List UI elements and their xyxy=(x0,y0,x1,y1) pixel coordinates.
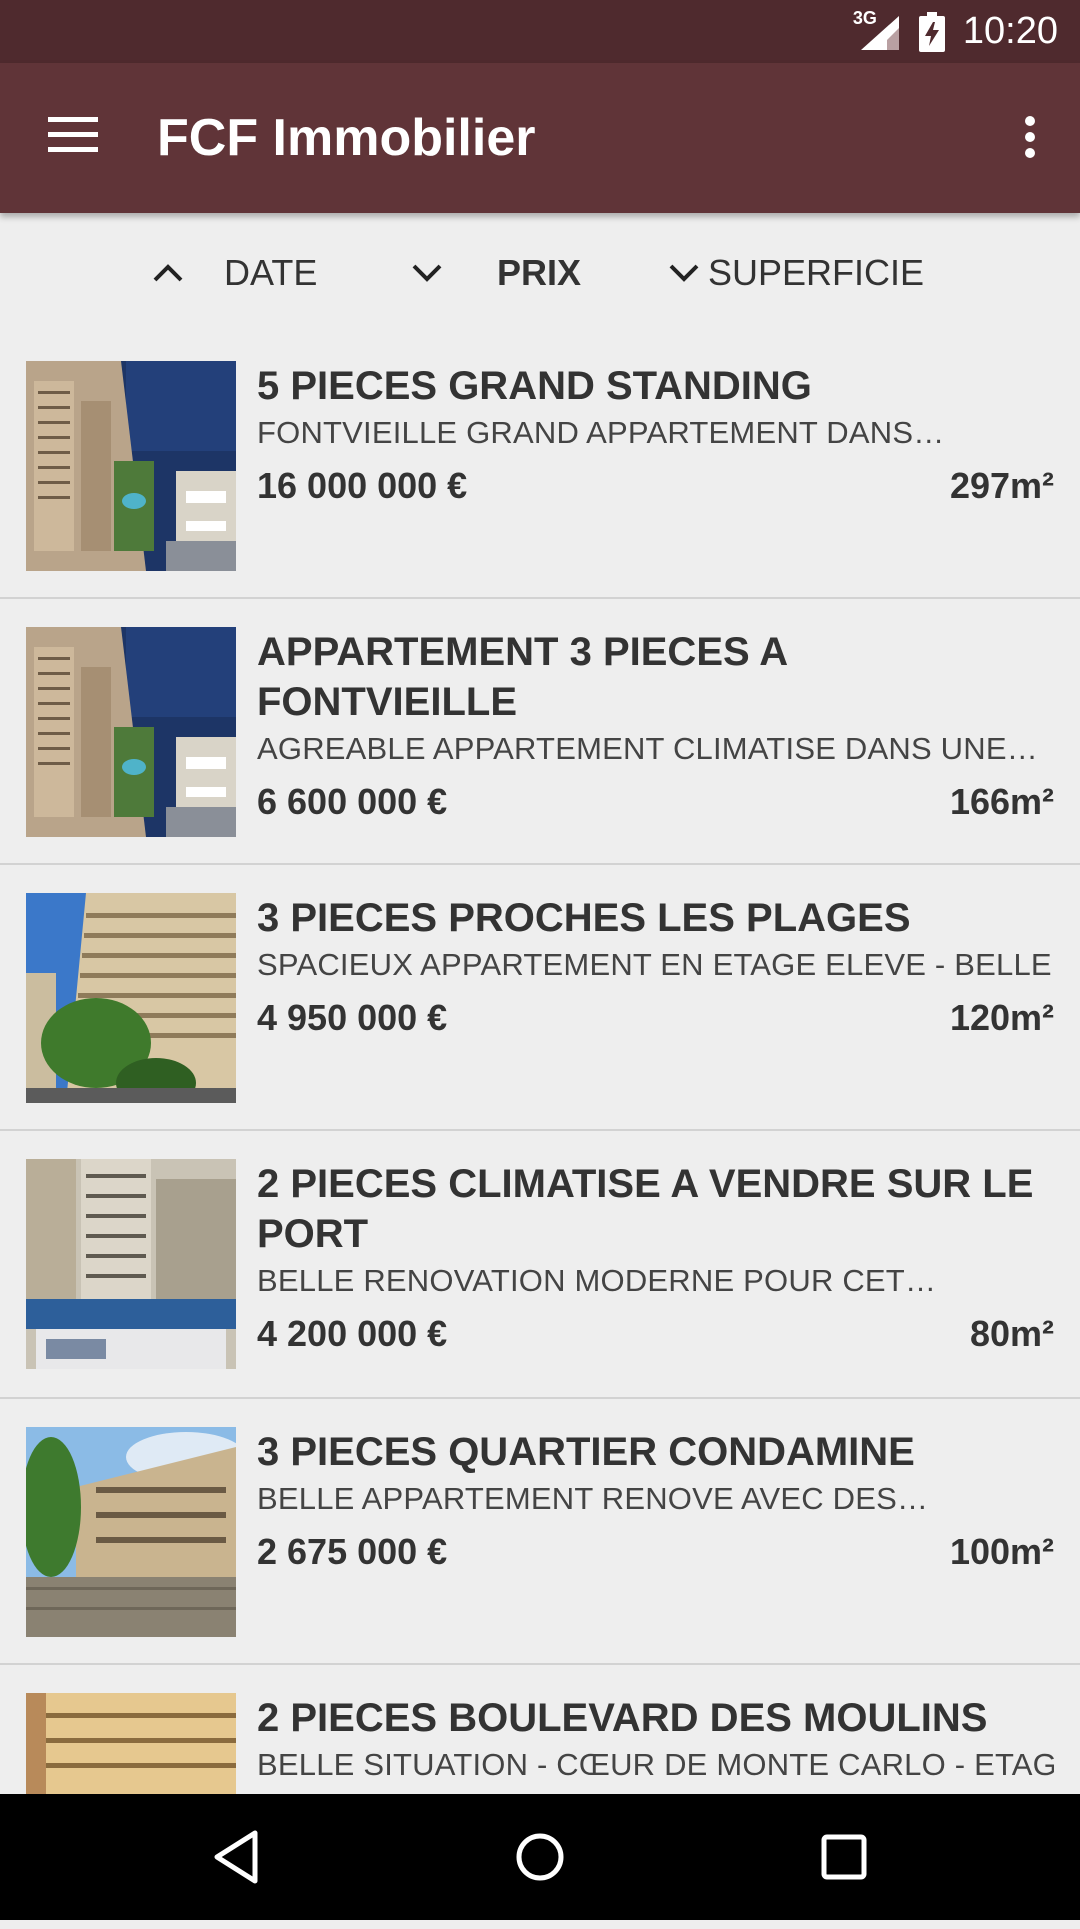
listing-title: 2 PIECES CLIMATISE A VENDRE SUR LE PORT xyxy=(257,1162,1034,1256)
listing-description: BELLE RENOVATION MODERNE POUR CET… xyxy=(257,1263,937,1298)
listing-price: 4 950 000 € xyxy=(257,997,448,1038)
listing-price: 4 200 000 € xyxy=(257,1313,448,1354)
listing-title: 3 PIECES QUARTIER CONDAMINE xyxy=(257,1430,915,1474)
menu-button[interactable] xyxy=(26,97,120,173)
chevron-down-icon xyxy=(412,264,442,282)
chevron-up-icon xyxy=(153,264,183,282)
listing-item[interactable]: 3 PIECES PROCHES LES PLAGES SPACIEUX APP… xyxy=(0,865,1080,1131)
status-bar: 3G 10:20 xyxy=(0,0,1080,63)
home-icon xyxy=(516,1833,564,1881)
listing-description: BELLE SITUATION - CŒUR DE MONTE CARLO - … xyxy=(257,1747,1054,1782)
chevron-down-icon xyxy=(669,264,699,282)
sort-by-price[interactable]: PRIX xyxy=(411,213,581,333)
app-bar: FCF Immobilier xyxy=(0,63,1080,213)
listing-price: 2 675 000 € xyxy=(257,1531,448,1572)
recents-icon xyxy=(821,1834,867,1880)
listing-item[interactable]: 2 PIECES CLIMATISE A VENDRE SUR LE PORT … xyxy=(0,1131,1080,1399)
system-nav-bar xyxy=(0,1794,1080,1920)
battery-charging-icon xyxy=(918,11,945,52)
listing-item[interactable]: APPARTEMENT 3 PIECES A FONTVIEILLE AGREA… xyxy=(0,599,1080,865)
listing-description: BELLE APPARTEMENT RENOVE AVEC DES… xyxy=(257,1481,929,1516)
listing-description: AGREABLE APPARTEMENT CLIMATISE DANS UNE… xyxy=(257,731,1038,766)
listing-title: APPARTEMENT 3 PIECES A FONTVIEILLE xyxy=(257,630,787,724)
back-icon xyxy=(214,1830,258,1884)
listing-price: 16 000 000 € xyxy=(257,465,468,506)
listing-title: 5 PIECES GRAND STANDING xyxy=(257,364,812,408)
listing-item[interactable]: 3 PIECES QUARTIER CONDAMINE BELLE APPART… xyxy=(0,1399,1080,1665)
sort-by-date[interactable]: DATE xyxy=(152,213,317,333)
listing-title: 3 PIECES PROCHES LES PLAGES xyxy=(257,896,911,940)
listing-photo xyxy=(26,361,236,571)
listing-area: 80m² xyxy=(969,1313,1054,1354)
sort-price-label: PRIX xyxy=(497,252,582,293)
listing-item[interactable]: 5 PIECES GRAND STANDING FONTVIEILLE GRAN… xyxy=(0,333,1080,599)
clock: 10:20 xyxy=(962,10,1058,52)
listing-photo xyxy=(26,1159,236,1369)
status-icons: 3G 10:20 xyxy=(853,0,1058,63)
network-type-label: 3G xyxy=(852,7,877,28)
hamburger-menu-icon xyxy=(48,117,98,152)
sort-bar: DATE PRIX SUPERFICIE xyxy=(0,213,1080,333)
sort-date-label: DATE xyxy=(224,252,318,293)
listing-area: 166m² xyxy=(949,781,1054,822)
sort-by-area[interactable]: SUPERFICIE xyxy=(668,213,924,333)
listing-photo xyxy=(26,627,236,837)
listing-title: 2 PIECES BOULEVARD DES MOULINS xyxy=(257,1696,988,1740)
more-vertical-icon xyxy=(1025,116,1035,158)
listing-area: 100m² xyxy=(949,1531,1054,1572)
overflow-menu-button[interactable] xyxy=(1000,97,1060,177)
listing-description: FONTVIEILLE GRAND APPARTEMENT DANS… xyxy=(257,415,945,450)
listing-area: 120m² xyxy=(949,997,1054,1038)
home-button[interactable] xyxy=(500,1817,580,1897)
recents-button[interactable] xyxy=(804,1817,884,1897)
listing-price: 6 600 000 € xyxy=(257,781,448,822)
signal-icon: 3G xyxy=(853,8,901,52)
listing-photo xyxy=(26,893,236,1103)
sort-area-label: SUPERFICIE xyxy=(708,252,925,293)
back-button[interactable] xyxy=(196,1817,276,1897)
listing-photo xyxy=(26,1427,236,1637)
listing-list: 5 PIECES GRAND STANDING FONTVIEILLE GRAN… xyxy=(0,333,1080,1929)
listing-description: SPACIEUX APPARTEMENT EN ETAGE ELEVE - BE… xyxy=(257,947,1054,982)
app-title: FCF Immobilier xyxy=(157,109,536,167)
listing-area: 297m² xyxy=(949,465,1054,506)
